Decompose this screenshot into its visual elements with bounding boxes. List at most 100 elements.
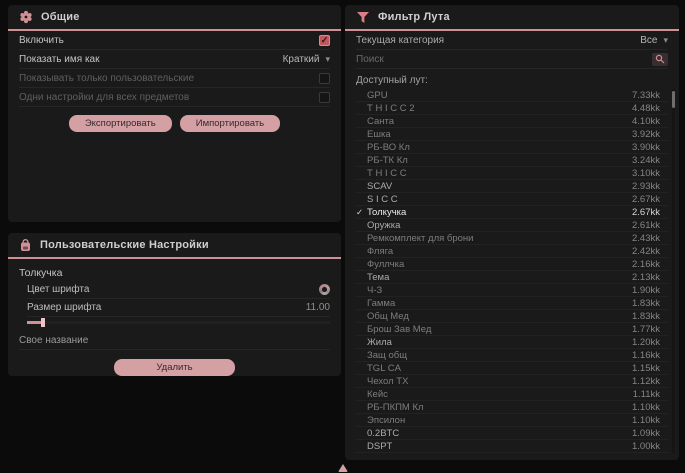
loot-item-value: 2.16kk xyxy=(632,259,660,270)
loot-item-row[interactable]: ✓ Чехол ТХ 1.12kk xyxy=(356,375,668,388)
check-icon: ✓ xyxy=(356,207,367,218)
selected-item-name: Толкучка xyxy=(8,259,341,281)
loot-item-name: Кейс xyxy=(367,389,633,400)
enable-label: Включить xyxy=(19,35,64,46)
delete-button[interactable]: Удалить xyxy=(114,359,234,376)
name-display-label: Показать имя как xyxy=(19,54,99,65)
loot-filter-panel: Фильтр Лута Текущая категория Все ▾ Дост… xyxy=(345,5,679,460)
loot-filter-header: Фильтр Лута xyxy=(345,5,679,31)
loot-item-name: РБ-ВО Кл xyxy=(367,142,632,153)
loot-item-value: 1.16kk xyxy=(632,350,660,361)
loot-item-value: 4.48kk xyxy=(632,103,660,114)
same-settings-checkbox[interactable] xyxy=(319,92,330,103)
chevron-down-icon: ▾ xyxy=(663,35,668,46)
loot-item-value: 1.10kk xyxy=(632,415,660,426)
loot-item-row[interactable]: ✓ Санта 4.10kk xyxy=(356,115,668,128)
loot-item-row[interactable]: ✓ Кейс 1.11kk xyxy=(356,388,668,401)
name-display-select[interactable]: Краткий ▾ xyxy=(283,54,330,65)
slider-handle[interactable] xyxy=(41,318,45,327)
only-custom-label: Показывать только пользовательские xyxy=(19,73,194,84)
loot-item-row[interactable]: ✓ S I C C 2.67kk xyxy=(356,193,668,206)
category-label: Текущая категория xyxy=(356,35,444,46)
color-wheel-icon[interactable] xyxy=(319,284,330,295)
user-settings-panel: Пользовательские Настройки Толкучка Цвет… xyxy=(8,233,341,376)
import-button[interactable]: Импортировать xyxy=(180,115,280,132)
loot-item-row[interactable]: ✓ Толкучка 2.67kk xyxy=(356,206,668,219)
only-custom-checkbox[interactable] xyxy=(319,73,330,84)
custom-name-row xyxy=(19,332,330,350)
search-icon[interactable] xyxy=(652,53,668,66)
scrollbar-thumb[interactable] xyxy=(672,91,675,108)
loot-item-value: 3.10kk xyxy=(632,168,660,179)
loot-item-name: SCAV xyxy=(367,181,632,192)
enable-row: Включить ✓ xyxy=(19,31,330,50)
only-custom-row: Показывать только пользовательские xyxy=(19,69,330,88)
category-select[interactable]: Все ▾ xyxy=(640,35,668,46)
loot-item-row[interactable]: ✓ Брош Зав Мед 1.77kk xyxy=(356,323,668,336)
loot-item-row[interactable]: ✓ Фляга 2.42kk xyxy=(356,245,668,258)
enable-checkbox[interactable]: ✓ xyxy=(319,35,330,46)
font-size-label: Размер шрифта xyxy=(27,302,101,313)
loot-item-name: Толкучка xyxy=(367,207,632,218)
loot-item-value: 1.83kk xyxy=(632,311,660,322)
loot-item-value: 3.92kk xyxy=(632,129,660,140)
loot-item-row[interactable]: ✓ 0.2BTC 1.09kk xyxy=(356,427,668,440)
loot-item-row[interactable]: ✓ Ч-З 1.90kk xyxy=(356,284,668,297)
loot-item-row[interactable]: ✓ Ремкомплект для брони 2.43kk xyxy=(356,232,668,245)
loot-item-value: 4.10kk xyxy=(632,116,660,127)
loot-item-row[interactable]: ✓ РБ-ТК Кл 3.24kk xyxy=(356,154,668,167)
loot-item-name: Общ Мед xyxy=(367,311,632,322)
loot-item-row[interactable]: ✓ TGL CA 1.15kk xyxy=(356,362,668,375)
loot-item-row[interactable]: ✓ Оружка 2.61kk xyxy=(356,219,668,232)
category-row: Текущая категория Все ▾ xyxy=(356,31,668,50)
general-panel: Общие Включить ✓ Показать имя как Кратки… xyxy=(8,5,341,222)
name-display-value: Краткий xyxy=(283,54,320,65)
loot-item-name: РБ-ТК Кл xyxy=(367,155,632,166)
loot-item-name: Т Н I С С 2 xyxy=(367,103,632,114)
loot-item-row[interactable]: ✓ Т Н I С С 3.10kk xyxy=(356,167,668,180)
loot-item-name: РБ-ПКПМ Кл xyxy=(367,402,632,413)
loot-item-row[interactable]: ✓ РБ-ВО Кл 3.90kk xyxy=(356,141,668,154)
export-button[interactable]: Экспортировать xyxy=(69,115,172,132)
loot-item-row[interactable]: ✓ Фуллчка 2.16kk xyxy=(356,258,668,271)
loot-item-row[interactable]: ✓ DSPT 1.00kk xyxy=(356,440,668,453)
available-loot-label: Доступный лут: xyxy=(345,69,679,89)
name-display-row: Показать имя как Краткий ▾ xyxy=(19,50,330,69)
loot-item-name: Ч-З xyxy=(367,285,632,296)
loot-item-name: Фуллчка xyxy=(367,259,632,270)
loot-item-value: 2.93kk xyxy=(632,181,660,192)
loot-item-row[interactable]: ✓ Общ Мед 1.83kk xyxy=(356,310,668,323)
loot-item-row[interactable]: ✓ GPU 7.33kk xyxy=(356,89,668,102)
loot-item-row[interactable]: ✓ Т Н I С С 2 4.48kk xyxy=(356,102,668,115)
loot-item-name: Тема xyxy=(367,272,632,283)
loot-item-row[interactable]: ✓ Ешка 3.92kk xyxy=(356,128,668,141)
loot-item-row[interactable]: ✓ Эпсилон 1.10kk xyxy=(356,414,668,427)
loot-item-name: Жила xyxy=(367,337,632,348)
loot-item-value: 1.12kk xyxy=(632,376,660,387)
loot-item-name: Чехол ТХ xyxy=(367,376,632,387)
font-color-label: Цвет шрифта xyxy=(27,284,89,295)
custom-name-input[interactable] xyxy=(19,335,330,346)
chevron-down-icon: ▾ xyxy=(325,54,330,65)
loot-item-row[interactable]: ✓ SCAV 2.93kk xyxy=(356,180,668,193)
loot-item-row[interactable]: ✓ РБ-ПКПМ Кл 1.10kk xyxy=(356,401,668,414)
loot-item-value: 1.15kk xyxy=(632,363,660,374)
loot-item-value: 2.13kk xyxy=(632,272,660,283)
general-panel-title: Общие xyxy=(41,11,80,23)
loot-item-row[interactable]: ✓ Тема 2.13kk xyxy=(356,271,668,284)
loot-item-row[interactable]: ✓ Защ общ 1.16kk xyxy=(356,349,668,362)
loot-item-value: 2.43kk xyxy=(632,233,660,244)
loot-item-name: GPU xyxy=(367,90,632,101)
font-size-row: Размер шрифта 11.00 xyxy=(27,299,330,317)
search-input[interactable] xyxy=(356,54,652,65)
list-scrollbar[interactable] xyxy=(672,89,675,453)
user-settings-title: Пользовательские Настройки xyxy=(40,239,209,251)
loot-item-row[interactable]: ✓ Гамма 1.83kk xyxy=(356,297,668,310)
font-size-slider[interactable] xyxy=(27,321,330,324)
scroll-up-indicator-icon[interactable] xyxy=(338,464,348,472)
loot-item-name: Оружка xyxy=(367,220,632,231)
loot-item-value: 1.11kk xyxy=(633,389,660,400)
loot-item-row[interactable]: ✓ Жила 1.20kk xyxy=(356,336,668,349)
loot-filter-title: Фильтр Лута xyxy=(378,11,450,23)
loot-item-name: Фляга xyxy=(367,246,632,257)
